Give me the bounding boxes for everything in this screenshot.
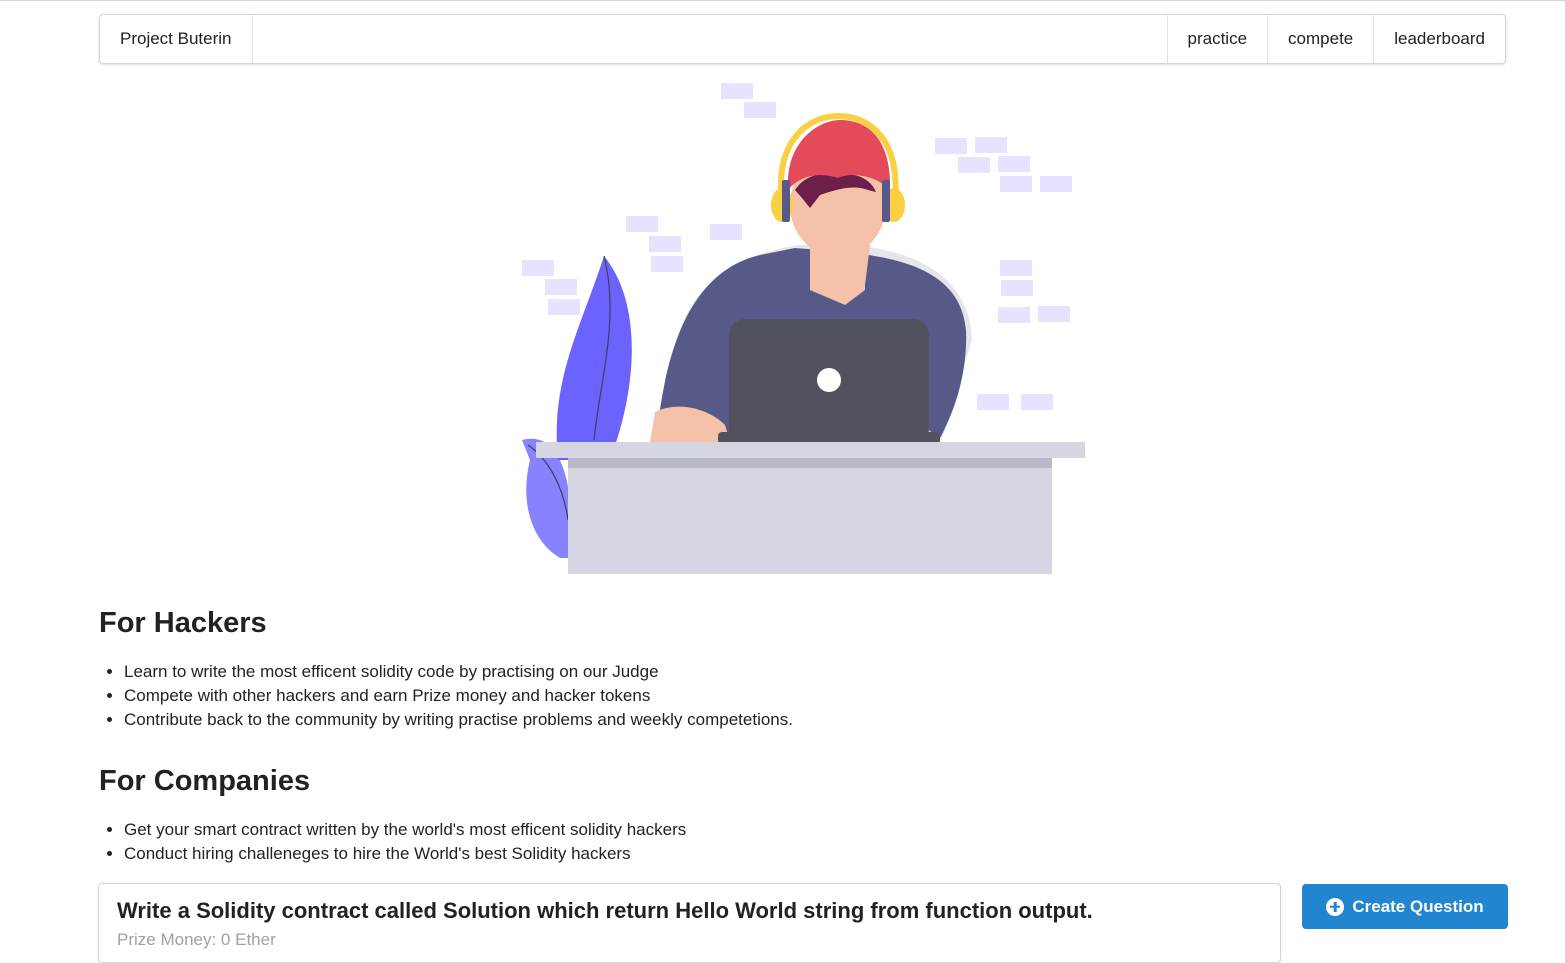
top-border (0, 0, 1565, 1)
menu-spacer (253, 15, 1167, 63)
question-prize: Prize Money: 0 Ether (117, 930, 276, 949)
laptop-logo (817, 368, 841, 392)
nav-item-leaderboard[interactable]: leaderboard (1373, 15, 1505, 63)
create-question-label: Create Question (1352, 896, 1484, 916)
desk-body (568, 468, 1052, 574)
companies-list: Get your smart contract written by the w… (99, 818, 686, 866)
plus-circle-icon (1326, 897, 1345, 916)
hackers-heading: For Hackers (99, 607, 267, 639)
question-title[interactable]: Write a Solidity contract called Solutio… (117, 898, 1262, 924)
top-navigation: Project Buterin practice compete leaderb… (99, 14, 1506, 64)
brand-link[interactable]: Project Buterin (100, 15, 253, 63)
hackers-list: Learn to write the most efficent solidit… (99, 660, 793, 732)
question-card[interactable]: Write a Solidity contract called Solutio… (98, 883, 1281, 963)
list-item: Learn to write the most efficent solidit… (124, 660, 793, 684)
list-item: Get your smart contract written by the w… (124, 818, 686, 842)
companies-heading: For Companies (99, 765, 311, 797)
hacker-illustration (522, 83, 1085, 574)
create-question-button[interactable]: Create Question (1302, 884, 1508, 929)
list-item: Contribute back to the community by writ… (124, 708, 793, 732)
nav-item-compete[interactable]: compete (1267, 15, 1373, 63)
nav-item-practice[interactable]: practice (1166, 15, 1268, 63)
list-item: Conduct hiring challeneges to hire the W… (124, 842, 686, 866)
nav-right-menu: practice compete leaderboard (1166, 15, 1505, 63)
list-item: Compete with other hackers and earn Priz… (124, 684, 793, 708)
desk-top (536, 442, 1085, 458)
